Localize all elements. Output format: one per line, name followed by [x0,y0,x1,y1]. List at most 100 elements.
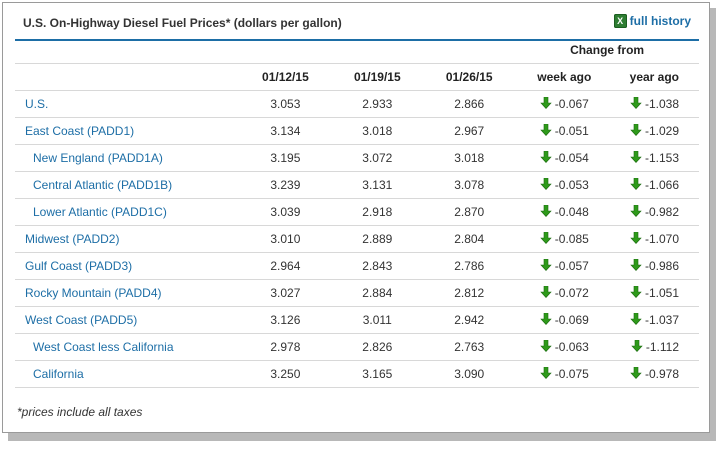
price-cell: 2.967 [423,117,516,145]
down-arrow-icon [630,313,642,325]
price-cell: 2.763 [423,333,516,361]
region-link[interactable]: East Coast (PADD1) [15,117,240,145]
region-link[interactable]: Central Atlantic (PADD1B) [15,171,240,199]
year-change-value: -1.037 [644,313,679,327]
year-ago-column-header: year ago [613,63,699,91]
down-arrow-icon [630,367,642,379]
region-link[interactable]: Rocky Mountain (PADD4) [15,279,240,307]
week-change-cell: -0.072 [515,279,614,307]
price-cell: 3.239 [239,171,332,199]
region-column-header [15,63,240,91]
price-cell: 3.090 [423,360,516,388]
table-row: California 3.250 3.165 3.090 -0.075 -0.978 [15,360,699,388]
footnote: *prices include all taxes [17,405,143,419]
week-change-value: -0.069 [554,313,589,327]
down-arrow-icon [630,178,642,190]
week-change-cell: -0.053 [515,171,614,199]
region-link[interactable]: Gulf Coast (PADD3) [15,252,240,280]
down-arrow-icon [540,367,552,379]
date-column-header: 01/26/15 [423,63,516,91]
region-link[interactable]: Lower Atlantic (PADD1C) [15,198,240,226]
down-arrow-icon [540,178,552,190]
price-cell: 2.870 [423,198,516,226]
table-row: West Coast (PADD5) 3.126 3.011 2.942 -0.069 -… [15,306,699,334]
table-row: Lower Atlantic (PADD1C) 3.039 2.918 2.870 -0… [15,198,699,226]
region-link[interactable]: California [15,360,240,388]
price-cell: 3.195 [239,144,332,172]
down-arrow-icon [540,232,552,244]
price-cell: 2.933 [331,90,424,118]
year-change-value: -1.051 [644,286,679,300]
year-change-value: -1.038 [644,97,679,111]
price-cell: 3.011 [331,306,424,334]
full-history-link[interactable]: X full history [613,14,691,28]
price-cell: 2.884 [331,279,424,307]
price-cell: 2.826 [331,333,424,361]
down-arrow-icon [540,151,552,163]
price-cell: 3.131 [331,171,424,199]
price-cell: 3.126 [239,306,332,334]
year-change-value: -0.986 [644,259,679,273]
down-arrow-icon [630,259,642,271]
down-arrow-icon [630,124,642,136]
price-cell: 2.889 [331,225,424,253]
table-row: West Coast less California 2.978 2.826 2.76… [15,333,699,361]
week-change-cell: -0.075 [515,360,614,388]
down-arrow-icon [630,151,642,163]
price-cell: 3.010 [239,225,332,253]
year-change-cell: -0.978 [613,360,699,388]
widget-title: U.S. On-Highway Diesel Fuel Prices* (dol… [23,16,342,30]
price-cell: 2.786 [423,252,516,280]
price-cell: 2.942 [423,306,516,334]
down-arrow-icon [540,259,552,271]
price-cell: 2.804 [423,225,516,253]
region-link[interactable]: New England (PADD1A) [15,144,240,172]
year-change-value: -1.153 [644,151,679,165]
prices-table: Change from 01/12/15 01/19/15 01/26/15 w… [15,41,699,388]
price-cell: 3.072 [331,144,424,172]
week-change-cell: -0.085 [515,225,614,253]
region-link[interactable]: Midwest (PADD2) [15,225,240,253]
region-link[interactable]: U.S. [15,90,240,118]
widget-header: U.S. On-Highway Diesel Fuel Prices* (dol… [15,11,699,41]
price-cell: 2.866 [423,90,516,118]
price-cell: 3.134 [239,117,332,145]
week-change-cell: -0.048 [515,198,614,226]
down-arrow-icon [540,205,552,217]
down-arrow-icon [630,97,642,109]
full-history-label[interactable]: full history [630,14,691,28]
week-change-cell: -0.054 [515,144,614,172]
table-row: Central Atlantic (PADD1B) 3.239 3.131 3.078… [15,171,699,199]
week-change-value: -0.075 [554,367,589,381]
year-change-value: -1.070 [644,232,679,246]
region-link[interactable]: West Coast less California [15,333,240,361]
down-arrow-icon [540,124,552,136]
year-change-cell: -1.029 [613,117,699,145]
price-cell: 3.018 [423,144,516,172]
down-arrow-icon [540,97,552,109]
spreadsheet-icon: X [613,14,627,28]
price-cell: 2.964 [239,252,332,280]
week-change-value: -0.072 [554,286,589,300]
week-change-value: -0.053 [554,178,589,192]
week-change-value: -0.057 [554,259,589,273]
week-change-value: -0.051 [554,124,589,138]
price-cell: 2.843 [331,252,424,280]
price-cell: 2.918 [331,198,424,226]
region-link[interactable]: West Coast (PADD5) [15,306,240,334]
week-change-value: -0.067 [554,97,589,111]
year-change-cell: -1.051 [613,279,699,307]
table-row: U.S. 3.053 2.933 2.866 -0.067 -1.038 [15,90,699,118]
table-row: Midwest (PADD2) 3.010 2.889 2.804 -0.085 -1.0… [15,225,699,253]
year-change-cell: -1.038 [613,90,699,118]
year-change-cell: -0.982 [613,198,699,226]
year-change-value: -0.982 [644,205,679,219]
table-row: Rocky Mountain (PADD4) 3.027 2.884 2.812 -0.… [15,279,699,307]
price-cell: 2.978 [239,333,332,361]
year-change-cell: -1.066 [613,171,699,199]
table-row: Gulf Coast (PADD3) 2.964 2.843 2.786 -0.057 -… [15,252,699,280]
price-cell: 3.078 [423,171,516,199]
down-arrow-icon [540,286,552,298]
table-row: New England (PADD1A) 3.195 3.072 3.018 -0.05… [15,144,699,172]
price-cell: 2.812 [423,279,516,307]
